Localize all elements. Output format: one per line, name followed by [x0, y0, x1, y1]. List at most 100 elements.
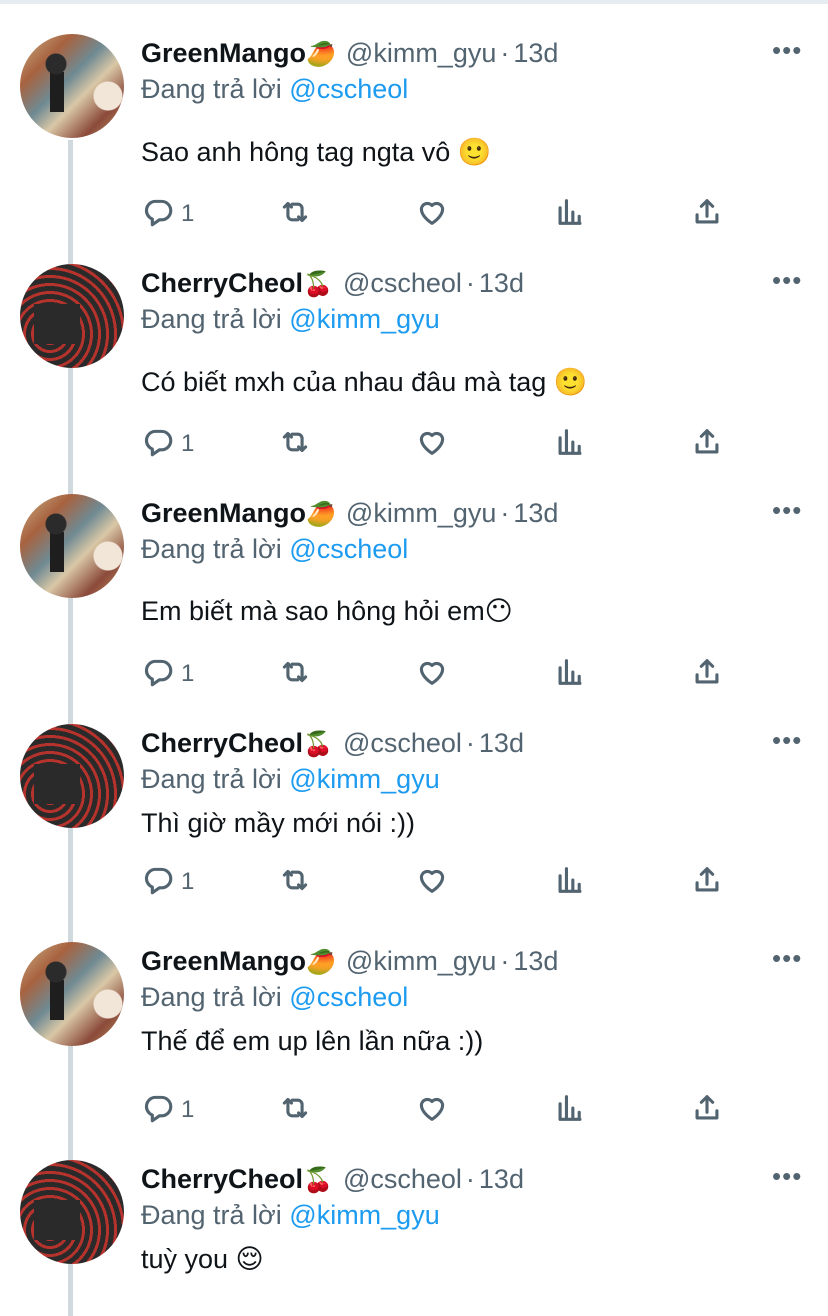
- stats-icon: [553, 425, 587, 464]
- reply-icon: [141, 863, 175, 902]
- separator-dot: ·: [500, 498, 510, 528]
- timestamp[interactable]: 13d: [479, 728, 524, 758]
- mention-link[interactable]: @cscheol: [289, 534, 408, 564]
- display-name[interactable]: GreenMango: [141, 498, 306, 528]
- share-icon: [690, 655, 724, 694]
- display-name[interactable]: CherryCheol: [141, 268, 303, 298]
- user-handle[interactable]: @kimm_gyu: [346, 498, 496, 528]
- replying-label: Đang trả lời: [141, 982, 282, 1012]
- user-handle[interactable]: @cscheol: [343, 1164, 462, 1194]
- avatar[interactable]: [20, 1160, 124, 1264]
- user-handle[interactable]: @kimm_gyu: [346, 946, 496, 976]
- reply-icon: [141, 195, 175, 234]
- name-emoji: 🥭: [306, 41, 336, 68]
- tweet-header: GreenMango🥭 @kimm_gyu · 13d: [141, 498, 558, 529]
- tweet-text: Em biết mà sao hông hỏi em😶: [141, 596, 513, 626]
- like-button[interactable]: [415, 426, 449, 462]
- retweet-button[interactable]: [278, 656, 312, 692]
- tweet-text: tuỳ you 😌: [141, 1244, 264, 1274]
- reply-button[interactable]: 1: [141, 196, 194, 232]
- name-emoji: 🍒: [303, 271, 333, 298]
- share-button[interactable]: [690, 864, 724, 900]
- retweet-icon: [278, 655, 312, 694]
- reply-button[interactable]: 1: [141, 864, 194, 900]
- retweet-button[interactable]: [278, 196, 312, 232]
- display-name[interactable]: CherryCheol: [141, 728, 303, 758]
- separator-dot: ·: [465, 268, 475, 298]
- replying-to: Đang trả lời @cscheol: [141, 982, 408, 1013]
- like-button[interactable]: [415, 864, 449, 900]
- heart-icon: [415, 195, 449, 234]
- mention-link[interactable]: @cscheol: [289, 74, 408, 104]
- more-icon[interactable]: •••: [772, 497, 802, 523]
- separator-dot: ·: [500, 946, 510, 976]
- stats-button[interactable]: [553, 864, 587, 900]
- timestamp[interactable]: 13d: [513, 498, 558, 528]
- mention-link[interactable]: @cscheol: [289, 982, 408, 1012]
- avatar[interactable]: [20, 942, 124, 1046]
- stats-button[interactable]: [553, 656, 587, 692]
- avatar[interactable]: [20, 724, 124, 828]
- more-icon[interactable]: •••: [772, 1163, 802, 1189]
- name-emoji: 🥭: [306, 501, 336, 528]
- tweet-header: GreenMango🥭 @kimm_gyu · 13d: [141, 946, 558, 977]
- stats-button[interactable]: [553, 1092, 587, 1128]
- replying-to: Đang trả lời @cscheol: [141, 74, 408, 105]
- like-button[interactable]: [415, 656, 449, 692]
- heart-icon: [415, 655, 449, 694]
- retweet-icon: [278, 195, 312, 234]
- user-handle[interactable]: @cscheol: [343, 728, 462, 758]
- share-icon: [690, 1091, 724, 1130]
- more-icon[interactable]: •••: [772, 727, 802, 753]
- tweet-text: Có biết mxh của nhau đâu mà tag 🙂: [141, 367, 588, 397]
- more-icon[interactable]: •••: [772, 267, 802, 293]
- tweet-text: Thế để em up lên lần nữa :)): [141, 1026, 484, 1056]
- more-icon[interactable]: •••: [772, 37, 802, 63]
- mention-link[interactable]: @kimm_gyu: [289, 304, 439, 334]
- timestamp[interactable]: 13d: [479, 268, 524, 298]
- avatar[interactable]: [20, 34, 124, 138]
- like-button[interactable]: [415, 1092, 449, 1128]
- timestamp[interactable]: 13d: [513, 38, 558, 68]
- reply-icon: [141, 1091, 175, 1130]
- replying-label: Đang trả lời: [141, 534, 282, 564]
- mention-link[interactable]: @kimm_gyu: [289, 764, 439, 794]
- like-button[interactable]: [415, 196, 449, 232]
- display-name[interactable]: GreenMango: [141, 38, 306, 68]
- retweet-button[interactable]: [278, 426, 312, 462]
- stats-button[interactable]: [553, 196, 587, 232]
- reply-button[interactable]: 1: [141, 426, 194, 462]
- heart-icon: [415, 863, 449, 902]
- reply-count: 1: [181, 200, 195, 227]
- stats-icon: [553, 655, 587, 694]
- user-handle[interactable]: @kimm_gyu: [346, 38, 496, 68]
- reply-button[interactable]: 1: [141, 1092, 194, 1128]
- action-bar: 1: [141, 656, 741, 692]
- share-button[interactable]: [690, 656, 724, 692]
- replying-label: Đang trả lời: [141, 74, 282, 104]
- share-button[interactable]: [690, 196, 724, 232]
- stats-icon: [553, 863, 587, 902]
- timestamp[interactable]: 13d: [513, 946, 558, 976]
- reply-button[interactable]: 1: [141, 656, 194, 692]
- heart-icon: [415, 425, 449, 464]
- timestamp[interactable]: 13d: [479, 1164, 524, 1194]
- display-name[interactable]: GreenMango: [141, 946, 306, 976]
- stats-button[interactable]: [553, 426, 587, 462]
- display-name[interactable]: CherryCheol: [141, 1164, 303, 1194]
- separator-dot: ·: [465, 1164, 475, 1194]
- mention-link[interactable]: @kimm_gyu: [289, 1200, 439, 1230]
- retweet-button[interactable]: [278, 864, 312, 900]
- share-button[interactable]: [690, 1092, 724, 1128]
- stats-icon: [553, 1091, 587, 1130]
- replying-to: Đang trả lời @kimm_gyu: [141, 764, 440, 795]
- user-handle[interactable]: @cscheol: [343, 268, 462, 298]
- retweet-button[interactable]: [278, 1092, 312, 1128]
- tweet-text: Sao anh hông tag ngta vô 🙂: [141, 137, 492, 167]
- avatar[interactable]: [20, 494, 124, 598]
- more-icon[interactable]: •••: [772, 945, 802, 971]
- share-icon: [690, 195, 724, 234]
- share-button[interactable]: [690, 426, 724, 462]
- avatar[interactable]: [20, 264, 124, 368]
- reply-count: 1: [181, 660, 195, 687]
